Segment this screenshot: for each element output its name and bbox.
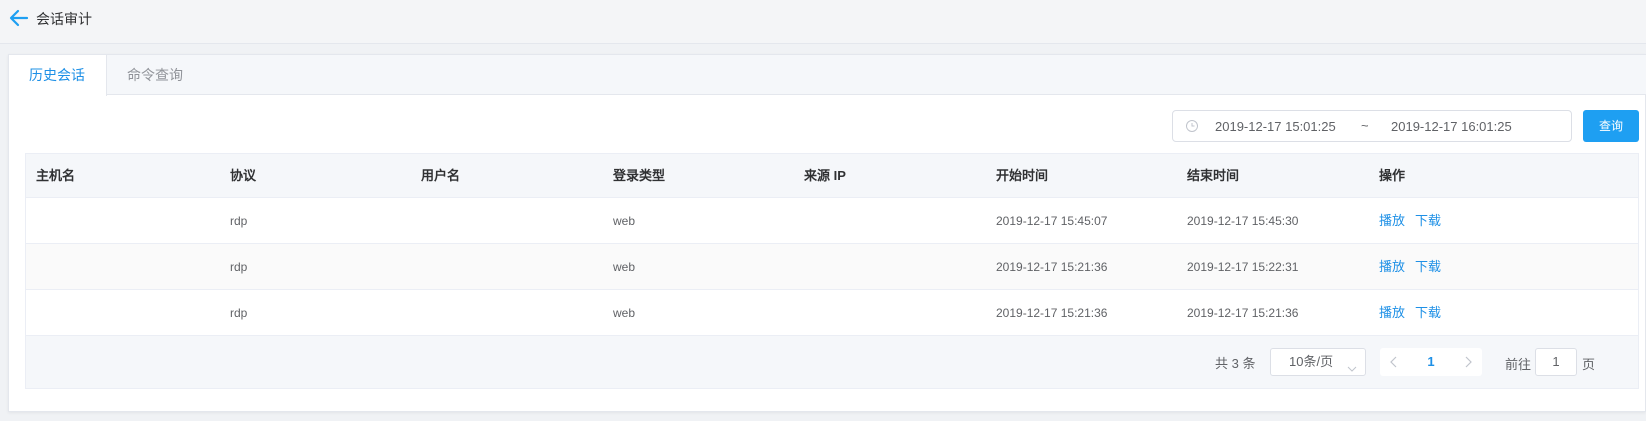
tab-history-sessions[interactable]: 历史会话 (9, 55, 107, 96)
total-count: 共 3 条 (1215, 356, 1256, 371)
page-number[interactable]: 1 (1416, 348, 1446, 376)
pager: 1 (1380, 348, 1482, 376)
play-link[interactable]: 播放 (1379, 198, 1405, 244)
chevron-down-icon (1347, 357, 1357, 372)
cell-protocol: rdp (230, 260, 248, 274)
cell-login-type: web (613, 260, 636, 274)
sessions-table: 主机名 协议 用户名 登录类型 来源 IP 开始时间 结束时间 操作 rdp w… (25, 153, 1639, 389)
play-link[interactable]: 播放 (1379, 290, 1405, 336)
date-range-picker[interactable]: 2019-12-17 15:01:25 ~ 2019-12-17 16:01:2… (1172, 110, 1572, 142)
cell-start-time: 2019-12-17 15:45:07 (996, 214, 1108, 228)
prev-page-icon[interactable] (1380, 348, 1408, 376)
pagination-bar: 共 3 条 10条/页 1 前往 1 页 (26, 336, 1638, 388)
tab-command-query[interactable]: 命令查询 (107, 55, 207, 95)
cell-start-time: 2019-12-17 15:21:36 (996, 260, 1108, 274)
page-size-value: 10条/页 (1289, 354, 1334, 369)
table-row: rdp web 2019-12-17 15:21:36 2019-12-17 1… (26, 244, 1638, 290)
cell-protocol: rdp (230, 214, 248, 228)
next-page-icon[interactable] (1454, 348, 1482, 376)
goto-suffix: 页 (1582, 357, 1596, 372)
column-source-ip: 来源 IP (804, 168, 846, 183)
play-link[interactable]: 播放 (1379, 244, 1405, 290)
cell-login-type: web (613, 214, 636, 228)
cell-end-time: 2019-12-17 15:45:30 (1187, 214, 1299, 228)
column-protocol: 协议 (230, 168, 257, 183)
date-range-start[interactable]: 2019-12-17 15:01:25 (1215, 119, 1336, 134)
column-start-time: 开始时间 (996, 168, 1049, 183)
date-range-separator: ~ (1361, 118, 1369, 133)
goto-label: 前往 (1505, 357, 1532, 372)
page-title: 会话审计 (36, 11, 92, 27)
column-login-type: 登录类型 (613, 168, 666, 183)
top-bar: 会话审计 (0, 0, 1646, 44)
query-button[interactable]: 查询 (1583, 110, 1639, 142)
tab-bar: 历史会话 命令查询 (9, 55, 1646, 96)
column-actions: 操作 (1379, 168, 1406, 183)
cell-end-time: 2019-12-17 15:22:31 (1187, 260, 1299, 274)
clock-icon (1185, 119, 1199, 133)
column-hostname: 主机名 (36, 168, 76, 183)
back-arrow-icon[interactable] (8, 7, 30, 29)
date-range-end[interactable]: 2019-12-17 16:01:25 (1391, 119, 1512, 134)
cell-login-type: web (613, 306, 636, 320)
cell-start-time: 2019-12-17 15:21:36 (996, 306, 1108, 320)
table-row: rdp web 2019-12-17 15:21:36 2019-12-17 1… (26, 290, 1638, 336)
download-link[interactable]: 下载 (1415, 290, 1441, 336)
cell-end-time: 2019-12-17 15:21:36 (1187, 306, 1299, 320)
page-size-select[interactable]: 10条/页 (1270, 348, 1366, 376)
cell-protocol: rdp (230, 306, 248, 320)
download-link[interactable]: 下载 (1415, 198, 1441, 244)
column-username: 用户名 (421, 168, 461, 183)
column-end-time: 结束时间 (1187, 168, 1240, 183)
main-card: 历史会话 命令查询 2019-12-17 15:01:25 ~ 2019-12-… (8, 54, 1646, 412)
table-header: 主机名 协议 用户名 登录类型 来源 IP 开始时间 结束时间 操作 (26, 154, 1638, 198)
download-link[interactable]: 下载 (1415, 244, 1441, 290)
table-row: rdp web 2019-12-17 15:45:07 2019-12-17 1… (26, 198, 1638, 244)
goto-page-input[interactable]: 1 (1535, 348, 1577, 376)
